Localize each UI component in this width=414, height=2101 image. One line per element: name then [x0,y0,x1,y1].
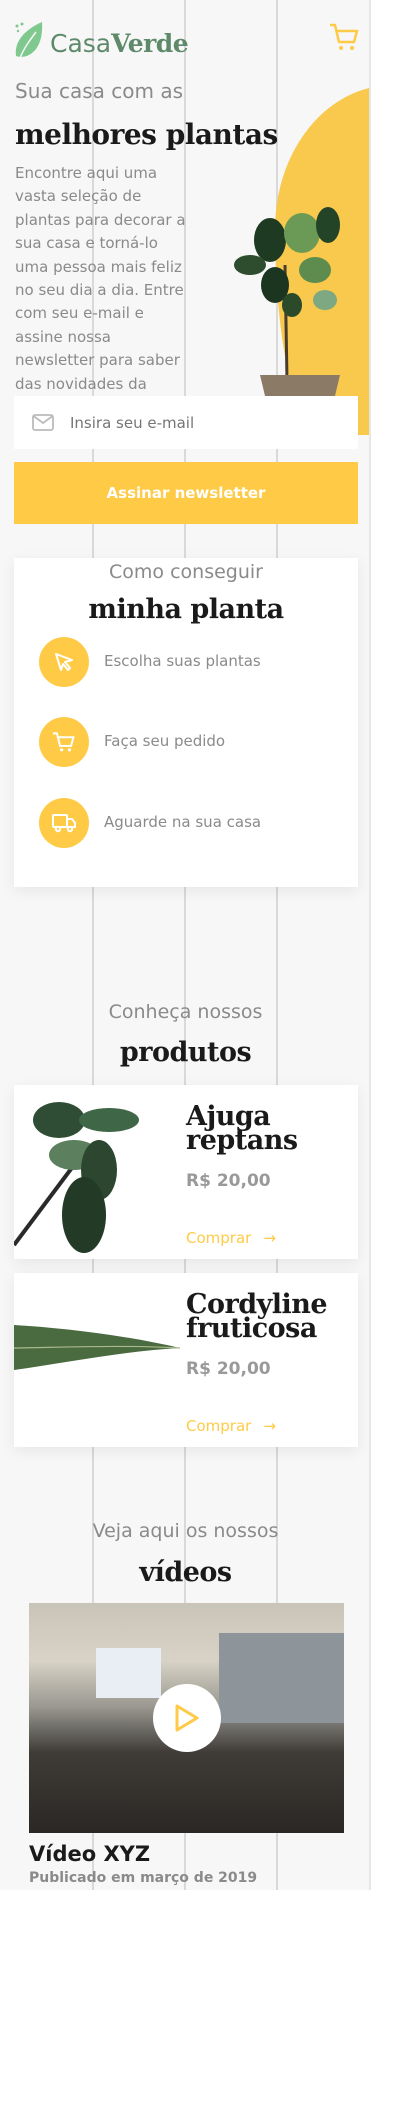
logo-text-bold: Verde [111,29,189,58]
how-title: minha planta [88,594,284,625]
plant-image [234,207,340,400]
page-background: CasaVerde Sua casa com as melhores plant… [0,0,371,1890]
arrow-right-icon: → [263,1417,276,1435]
buy-label: Comprar [186,1417,252,1435]
hero-title: melhores plantas [15,118,278,151]
subscribe-button[interactable]: Assinar newsletter [14,462,358,524]
product-card: Ajuga reptans R$ 20,00 Comprar → [14,1085,358,1259]
hero-description: Encontre aqui uma vasta seleção de plant… [15,164,186,416]
email-field[interactable] [14,396,358,449]
play-button[interactable] [153,1684,221,1752]
step-icon-circle [39,798,89,848]
video-thumbnail-screen [96,1648,161,1698]
video-title: Vídeo XYZ [29,1842,151,1866]
buy-link[interactable]: Comprar → [186,1229,276,1247]
play-icon [175,1704,199,1732]
step-icon-circle [39,637,89,687]
videos-subtitle: Veja aqui os nossos [92,1520,279,1542]
product-image [14,1102,139,1253]
cart-icon[interactable] [329,22,359,52]
product-card: Cordyline fruticosa R$ 20,00 Comprar → [14,1273,358,1447]
product-name: Ajuga reptans [186,1101,298,1156]
truck-icon [52,814,76,833]
product-price: R$ 20,00 [186,1359,271,1379]
products-subtitle: Conheça nossos [108,1001,263,1023]
product-price: R$ 20,00 [186,1171,271,1191]
buy-label: Comprar [186,1229,252,1247]
products-title: produtos [119,1037,252,1068]
product-image [14,1325,181,1370]
cart-icon [53,732,75,752]
product-name: Cordyline fruticosa [186,1289,328,1344]
buy-link[interactable]: Comprar → [186,1417,276,1435]
hero-subtitle: Sua casa com as [15,79,184,103]
video-player[interactable] [29,1603,344,1833]
step-label: Escolha suas plantas [104,652,261,670]
video-thumbnail-windows [219,1633,344,1723]
arrow-right-icon: → [263,1229,276,1247]
mail-icon [32,414,54,431]
step-label: Aguarde na sua casa [104,813,262,831]
cursor-icon [55,653,73,671]
logo-text-regular: Casa [50,29,112,58]
email-input[interactable] [70,413,330,432]
videos-title: vídeos [139,1557,232,1588]
step-icon-circle [39,717,89,767]
how-it-works-card: Como conseguir minha planta Escolha suas… [14,558,358,887]
step-label: Faça seu pedido [104,732,226,750]
how-subtitle: Como conseguir [109,561,263,583]
video-published-date: Publicado em março de 2019 [29,1870,258,1886]
logo[interactable]: CasaVerde [14,20,189,60]
leaf-logo-icon [15,22,43,59]
